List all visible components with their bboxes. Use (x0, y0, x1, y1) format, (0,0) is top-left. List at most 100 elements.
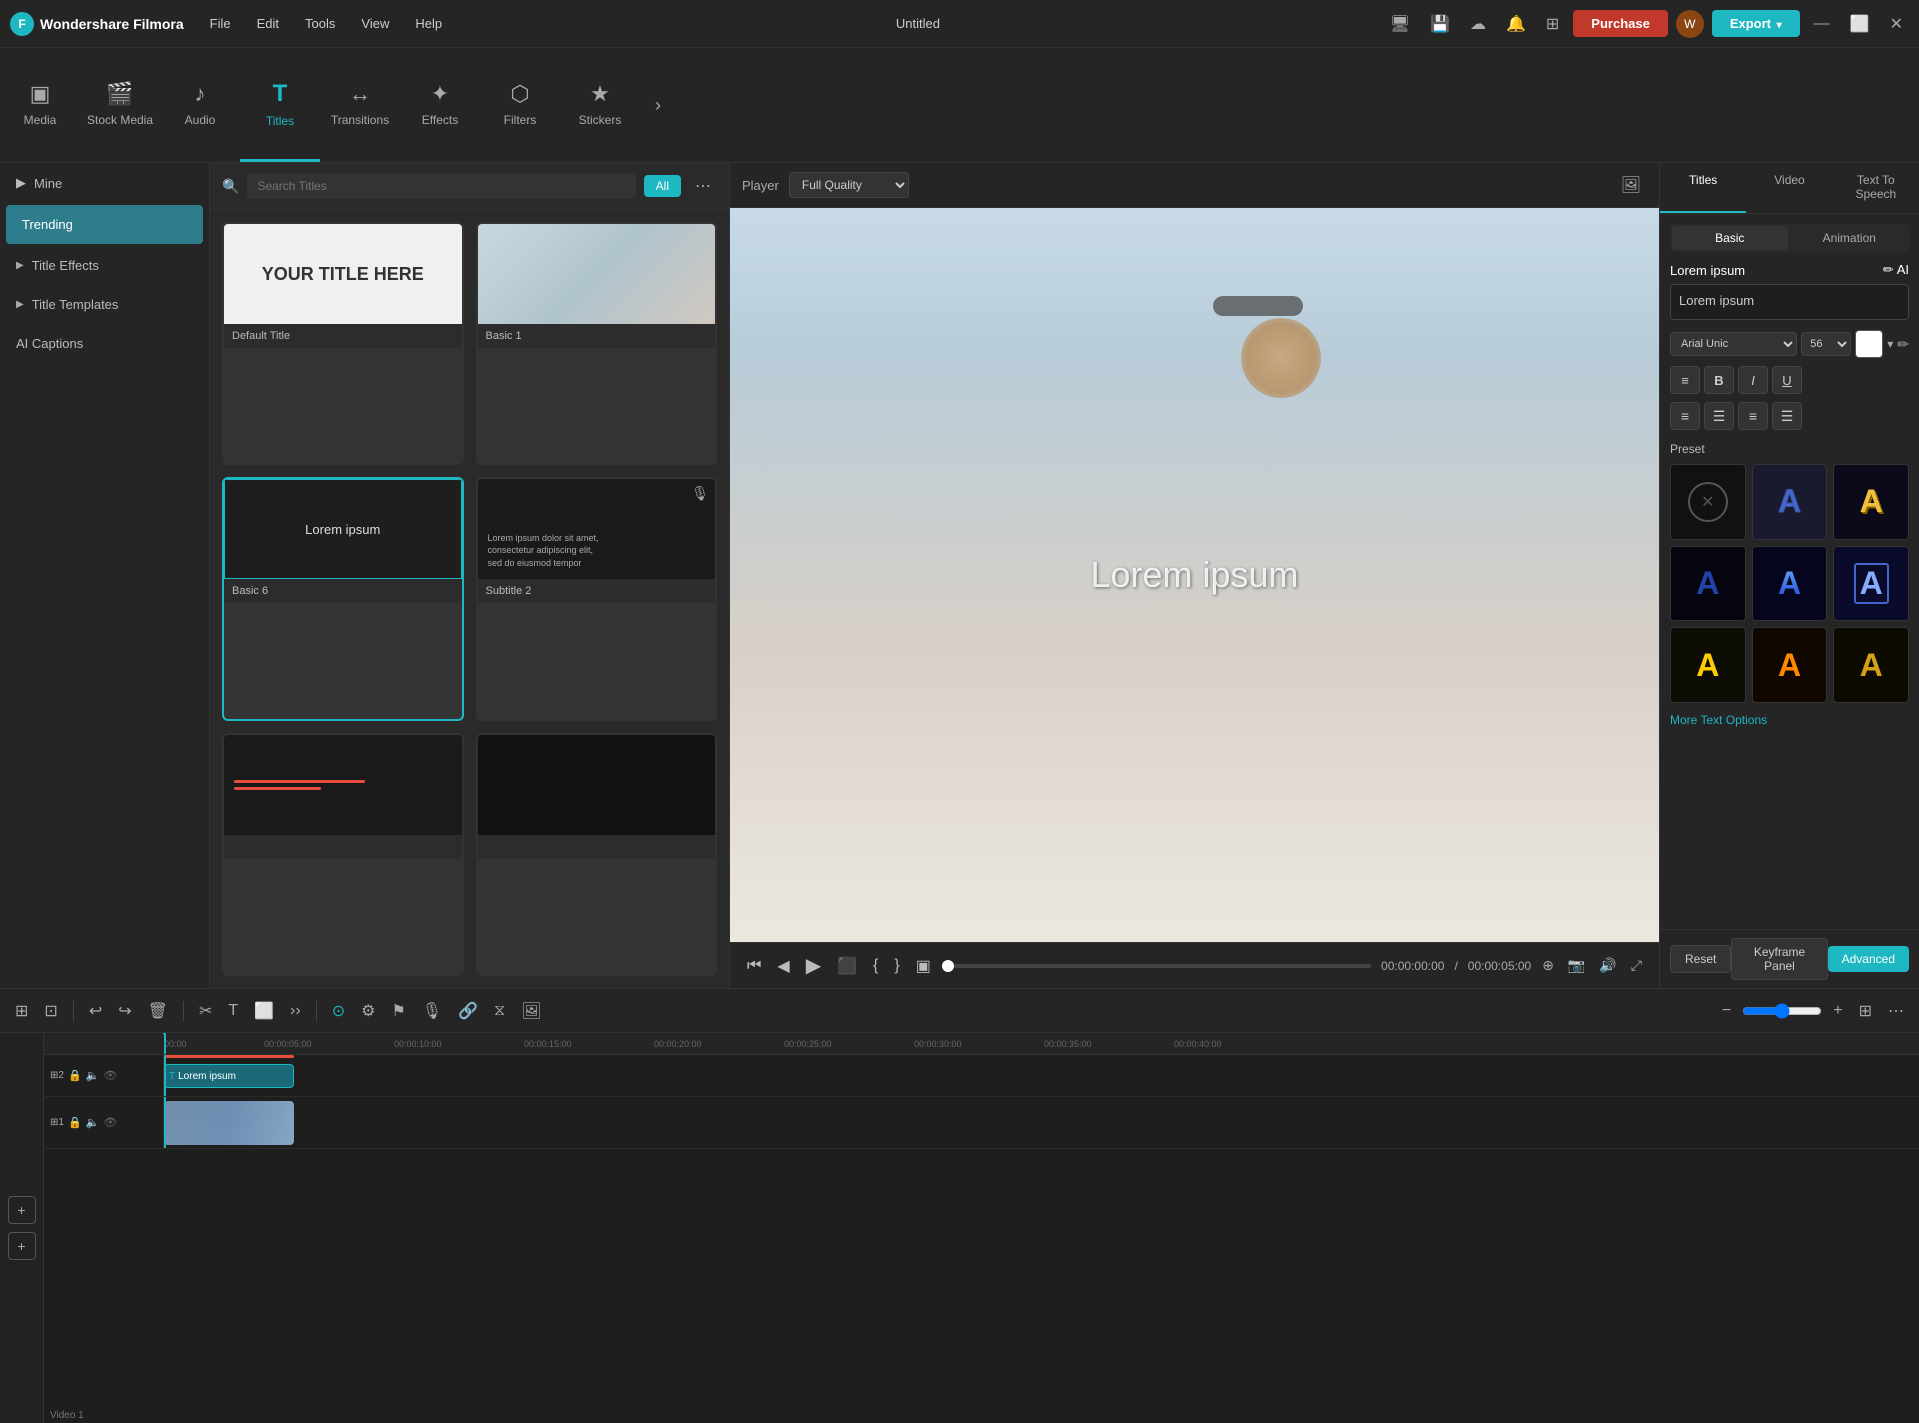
reset-button[interactable]: Reset (1670, 945, 1731, 973)
advanced-button[interactable]: Advanced (1828, 946, 1909, 972)
pen-icon[interactable]: ✏ (1897, 336, 1909, 353)
visible-track1-button[interactable]: 👁 (103, 1116, 117, 1129)
mute-track2-button[interactable]: 🔈 (86, 1069, 100, 1082)
cloud-icon[interactable]: ☁ (1464, 10, 1492, 38)
mute-track1-button[interactable]: 🔈 (86, 1116, 100, 1129)
more-text-options[interactable]: More Text Options (1670, 713, 1909, 727)
zoom-slider[interactable] (1742, 1003, 1822, 1019)
preset-orange-fill[interactable]: A (1752, 627, 1828, 703)
toolbar-transitions[interactable]: ↔ Transitions (320, 48, 400, 162)
preset-blue-outline[interactable]: A (1752, 464, 1828, 540)
color-picker[interactable] (1855, 330, 1883, 358)
text-align-icon[interactable]: ≡ (1670, 366, 1700, 394)
clip-button[interactable]: ▣ (911, 954, 936, 978)
sidebar-item-ai-captions[interactable]: AI Captions (0, 324, 209, 363)
camera-icon[interactable]: 📷 (1563, 955, 1590, 976)
text-button[interactable]: T (223, 1000, 243, 1022)
zoom-out-button[interactable]: − (1717, 1000, 1736, 1022)
filter-button[interactable]: All (644, 175, 681, 197)
thumbnail-btn[interactable]: 🖼 (516, 999, 546, 1023)
group-button[interactable]: ⊡ (39, 999, 62, 1023)
redo-button[interactable]: ↪ (113, 999, 136, 1023)
bold-button[interactable]: B (1704, 366, 1734, 394)
title-card-default[interactable]: YOUR TITLE HERE Default Title (222, 222, 464, 465)
sidebar-item-title-templates[interactable]: ▶ Title Templates (0, 285, 209, 324)
toolbar-stock-media[interactable]: 🎬 Stock Media (80, 48, 160, 162)
close-button[interactable]: ✕ (1884, 10, 1909, 38)
mark-out-button[interactable]: } (889, 955, 904, 977)
ripple-button[interactable]: ⊙ (327, 999, 350, 1023)
search-input[interactable] (247, 173, 635, 199)
align-right-button[interactable]: ≡ (1738, 402, 1768, 430)
preset-yellow-fill[interactable]: A (1670, 627, 1746, 703)
fullscreen-icon[interactable]: ⤢ (1626, 955, 1647, 976)
maximize-button[interactable]: ⬜ (1844, 10, 1876, 38)
keyframe-panel-button[interactable]: Keyframe Panel (1731, 938, 1827, 980)
preset-blue-light[interactable]: A (1833, 546, 1909, 622)
progress-bar[interactable] (942, 964, 1371, 968)
link-button[interactable]: 🔗 (453, 999, 483, 1023)
toolbar-stickers[interactable]: ★ Stickers (560, 48, 640, 162)
snap-button[interactable]: ⚙ (356, 999, 380, 1023)
add-audio-track-button[interactable]: + (8, 1232, 36, 1260)
preset-blue-dark[interactable]: A (1670, 546, 1746, 622)
sidebar-item-mine[interactable]: ▶ Mine (0, 163, 209, 203)
toolbar-titles[interactable]: T Titles (240, 48, 320, 162)
play-back-button[interactable]: ◀ (772, 954, 794, 978)
preset-blue-grad[interactable]: A (1752, 546, 1828, 622)
audio-btn[interactable]: 🎙 (417, 999, 447, 1023)
avatar[interactable]: W (1676, 10, 1704, 38)
menu-help[interactable]: Help (405, 12, 452, 35)
text-input-box[interactable]: Lorem ipsum (1670, 284, 1909, 320)
bell-icon[interactable]: 🔔 (1500, 10, 1532, 38)
purchase-button[interactable]: Purchase (1573, 10, 1668, 37)
tl-more-button[interactable]: ⋯ (1883, 999, 1909, 1023)
cut-button[interactable]: ✂ (194, 999, 217, 1023)
menu-file[interactable]: File (200, 12, 241, 35)
menu-tools[interactable]: Tools (295, 12, 345, 35)
video-clip[interactable] (164, 1101, 294, 1145)
subtab-basic[interactable]: Basic (1672, 226, 1788, 250)
title-card-basic1[interactable]: Basic 1 (476, 222, 718, 465)
subtab-animation[interactable]: Animation (1792, 226, 1908, 250)
quality-select[interactable]: Full Quality Half Quality Quarter Qualit… (789, 172, 909, 198)
more-tl-button[interactable]: ›› (285, 1000, 306, 1022)
delete-button[interactable]: 🗑 (143, 999, 173, 1023)
minimize-button[interactable]: — (1808, 11, 1836, 37)
add-video-track-button[interactable]: + (8, 1196, 36, 1224)
toolbar-audio[interactable]: ♪ Audio (160, 48, 240, 162)
visible-track2-button[interactable]: 👁 (103, 1069, 117, 1082)
add-to-timeline-icon[interactable]: ⊕ (1537, 955, 1559, 976)
align-justify-button[interactable]: ☰ (1772, 402, 1802, 430)
edit-icon[interactable]: ✏ AI (1883, 262, 1909, 278)
title-card-subtitle2[interactable]: Lorem ipsum dolor sit amet,consectetur a… (476, 477, 718, 720)
export-button[interactable]: Export ▾ (1712, 10, 1800, 37)
toolbar-filters[interactable]: ⬡ Filters (480, 48, 560, 162)
crop-button[interactable]: ⬜ (249, 999, 279, 1023)
preset-gold-3d[interactable]: A (1833, 464, 1909, 540)
lock-track1-button[interactable]: 🔒 (68, 1116, 82, 1129)
italic-button[interactable]: I (1738, 366, 1768, 394)
lock-track2-button[interactable]: 🔒 (68, 1069, 82, 1082)
screenshot-icon[interactable]: 🖼 (1615, 171, 1647, 199)
toolbar-media[interactable]: ▣ Media (0, 48, 80, 162)
mark-in-button[interactable]: { (868, 955, 883, 977)
stop-button[interactable]: ⬛ (832, 954, 862, 978)
font-size-select[interactable]: 56 (1801, 332, 1851, 356)
preset-gold-shine[interactable]: A (1833, 627, 1909, 703)
preset-none[interactable]: ✕ (1670, 464, 1746, 540)
more-options-icon[interactable]: ⋯ (689, 174, 717, 198)
monitor-icon[interactable]: 🖥 (1384, 10, 1416, 38)
title-card-6[interactable] (476, 733, 718, 976)
tab-text-to-speech[interactable]: Text To Speech (1833, 163, 1919, 213)
tab-video[interactable]: Video (1746, 163, 1832, 213)
align-left-button[interactable]: ≡ (1670, 402, 1700, 430)
menu-view[interactable]: View (351, 12, 399, 35)
add-track-button[interactable]: ⊞ (10, 999, 33, 1023)
special-btn[interactable]: ⧖ (489, 1000, 510, 1022)
align-center-button[interactable]: ☰ (1704, 402, 1734, 430)
title-card-5[interactable] (222, 733, 464, 976)
play-button[interactable]: ▶ (801, 951, 826, 980)
menu-edit[interactable]: Edit (247, 12, 289, 35)
font-select[interactable]: Arial Unic (1670, 332, 1797, 356)
